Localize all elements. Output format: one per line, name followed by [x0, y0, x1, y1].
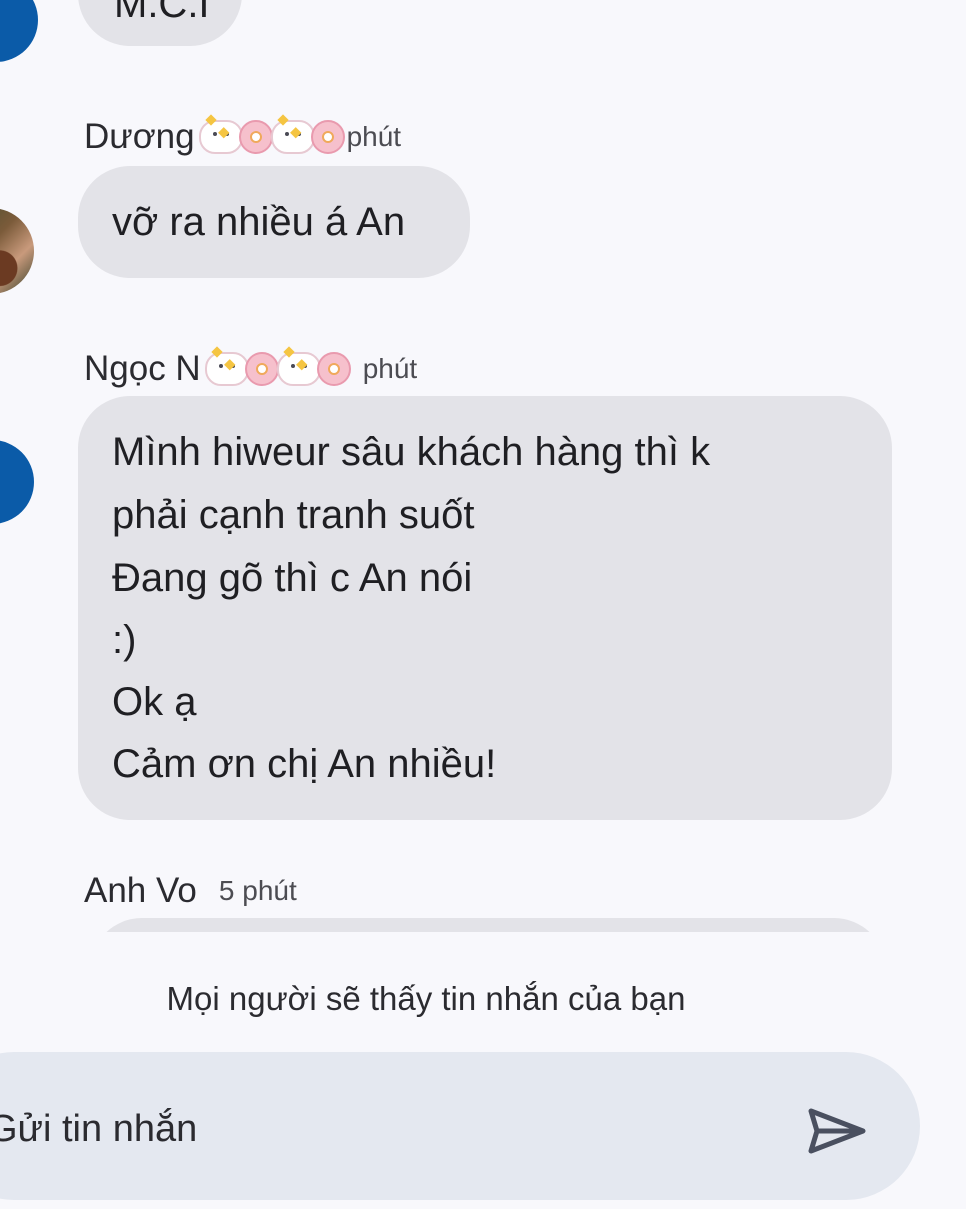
message-line: :): [112, 618, 137, 662]
avatar[interactable]: [0, 0, 38, 62]
message-text: M.C.I: [114, 0, 210, 26]
send-icon: [808, 1108, 866, 1154]
message-text: vỡ ra nhiều á An: [112, 200, 406, 244]
chat-screen: M.C.I Dương phút vỡ ra nhiều á An Ngọc N…: [0, 0, 966, 1209]
sender-row: Ngọc N phút: [84, 344, 417, 394]
sender-name: Dương: [84, 117, 195, 156]
avatar[interactable]: [0, 208, 34, 294]
emoji-sticker: [204, 352, 351, 386]
emoji-sticker: [198, 120, 345, 154]
message-bubble[interactable]: [90, 918, 886, 932]
avatar[interactable]: [0, 440, 34, 524]
message-composer: [0, 1052, 920, 1200]
message-bubble[interactable]: M.C.I: [78, 0, 242, 46]
message-line: Đang gõ thì c An nói: [112, 556, 473, 600]
message-line: Cảm ơn chị An nhiều!: [112, 742, 497, 786]
message-line: Ok ạ: [112, 680, 197, 724]
message-input[interactable]: [0, 1100, 690, 1158]
message-bubble[interactable]: Mình hiweur sâu khách hàng thì k phải cạ…: [78, 396, 892, 820]
timestamp: phút: [346, 121, 402, 152]
message-line: phải cạnh tranh suốt: [112, 493, 475, 537]
message-bubble-clip: [0, 900, 966, 932]
visibility-notice: Mọi người sẽ thấy tin nhắn của bạn: [166, 980, 686, 1017]
message-bubble[interactable]: vỡ ra nhiều á An: [78, 166, 470, 278]
send-button[interactable]: [802, 1096, 872, 1166]
timestamp: phút: [362, 353, 418, 384]
message-line: Mình hiweur sâu khách hàng thì k: [112, 430, 711, 474]
sender-name: Ngọc N: [84, 349, 201, 388]
sender-row: Dương phút: [84, 112, 401, 162]
